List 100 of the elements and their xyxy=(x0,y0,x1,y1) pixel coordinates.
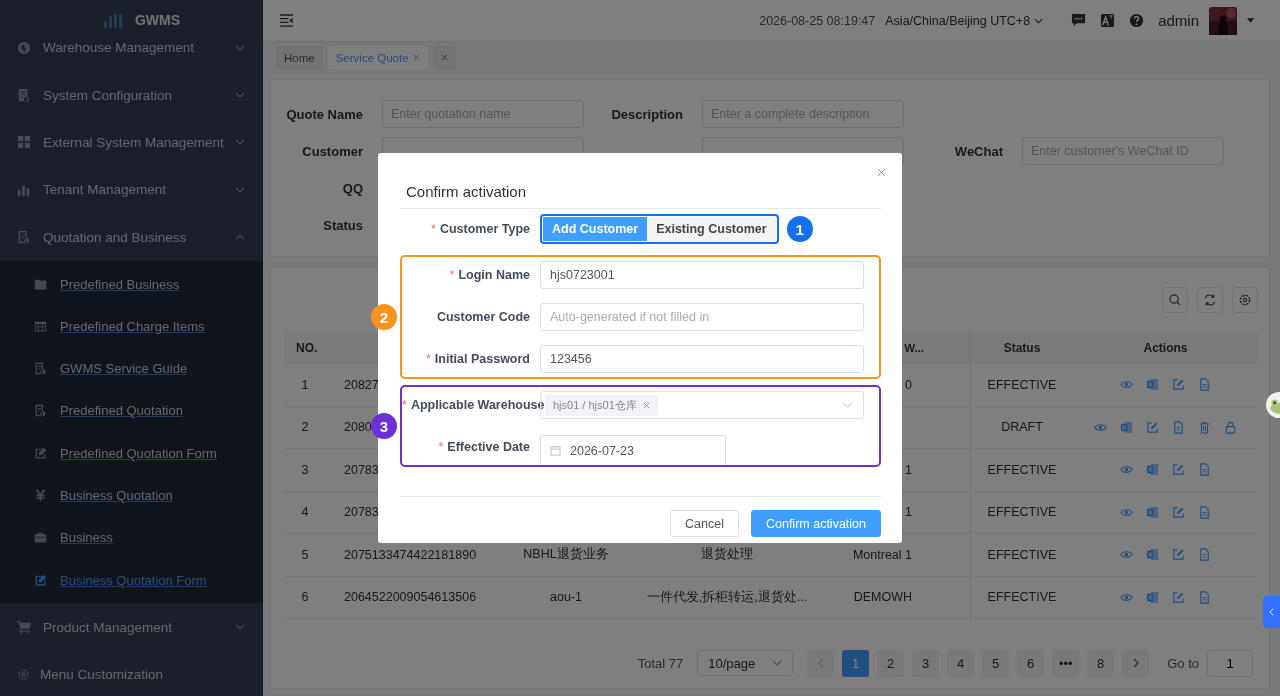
menu-item[interactable]: Quotation and Business xyxy=(0,213,263,261)
report-icon xyxy=(17,88,31,103)
menu-icon[interactable] xyxy=(279,14,294,27)
document-icon[interactable] xyxy=(1198,590,1211,604)
close-icon[interactable] xyxy=(642,401,650,409)
table-cell: 2080 xyxy=(344,420,372,435)
folder-icon xyxy=(34,277,47,291)
close-icon[interactable] xyxy=(412,54,420,61)
trash-icon[interactable] xyxy=(1198,420,1211,434)
text-field[interactable]: 123456 xyxy=(540,345,864,373)
form-label: * Customer Type xyxy=(430,222,531,236)
segment-option[interactable]: Add Customer xyxy=(543,217,648,241)
field-label: Description xyxy=(610,106,683,122)
page-button[interactable]: 2 xyxy=(877,649,905,677)
menu-customization-button[interactable]: Menu Customization xyxy=(0,652,263,696)
selected-tag[interactable]: hjs01 / hjs01仓库 xyxy=(545,394,658,416)
date-field[interactable]: 2026-07-23 xyxy=(540,435,726,465)
submenu-link[interactable]: Predefined Business xyxy=(60,276,180,292)
table-cell-text: 4 xyxy=(300,505,310,520)
user-name[interactable]: admin xyxy=(1158,12,1199,29)
step-number-badge: 1 xyxy=(786,216,813,242)
document-icon[interactable] xyxy=(1172,420,1185,434)
segment-option[interactable]: Existing Customer xyxy=(647,217,776,241)
cancel-button[interactable]: Cancel xyxy=(670,510,739,537)
page-button[interactable]: 5 xyxy=(982,649,1010,677)
total-count: Total 77 xyxy=(637,655,684,671)
chevron-right-icon xyxy=(1132,658,1139,668)
submenu-link[interactable]: Business Quotation Form xyxy=(60,572,207,588)
refresh-icon[interactable] xyxy=(1197,287,1223,313)
search-icon[interactable] xyxy=(1162,287,1188,313)
page-button[interactable]: 4 xyxy=(947,649,975,677)
field-label: Customer xyxy=(301,143,363,159)
document-icon[interactable] xyxy=(1198,548,1211,562)
field-label: WeChat xyxy=(953,143,1003,159)
table-cell-text: 一件代发,拆柜转运,退货处... xyxy=(645,588,809,606)
edit-icon[interactable] xyxy=(1172,505,1185,519)
edit-icon[interactable] xyxy=(1172,378,1185,392)
submenu-link[interactable]: Predefined Charge Items xyxy=(60,318,205,334)
doc-icon xyxy=(17,230,31,245)
previous-page-button[interactable] xyxy=(807,649,835,677)
timezone-dropdown[interactable]: Asia/China/Beijing UTC+8 xyxy=(885,13,1044,28)
edit-icon[interactable] xyxy=(1172,590,1185,604)
translate-icon[interactable] xyxy=(1100,13,1116,28)
menu-item[interactable]: Tenant Management xyxy=(0,166,263,214)
next-page-button[interactable] xyxy=(1122,649,1150,677)
edit-icon[interactable] xyxy=(1146,420,1159,434)
page-button[interactable]: 6 xyxy=(1017,649,1045,677)
table-cell: 2064522009054613506 xyxy=(344,590,477,605)
table-cell-text: 1 xyxy=(300,377,310,392)
settings-icon[interactable] xyxy=(1232,287,1258,313)
edit-icon xyxy=(34,446,47,460)
submenu-link[interactable]: Predefined Quotation xyxy=(60,403,183,419)
edit-icon[interactable] xyxy=(1172,463,1185,477)
table-cell-text: 6 xyxy=(300,590,310,605)
table-cell-text: 2 xyxy=(300,420,310,435)
form-label: Customer Code xyxy=(435,310,531,324)
submenu-link[interactable]: Business xyxy=(60,530,113,546)
chevron-down-icon xyxy=(1034,17,1044,24)
briefcase-icon xyxy=(34,531,47,545)
close-icon[interactable] xyxy=(440,54,448,61)
lock-icon[interactable] xyxy=(1224,420,1237,434)
text-field[interactable]: hjs0723001 xyxy=(540,261,864,289)
page-number-field[interactable]: 1 xyxy=(1207,649,1253,677)
table-cell-text: Montreal 1 xyxy=(851,547,913,562)
menu-item[interactable]: External System Management xyxy=(0,118,263,167)
side-panel-tab[interactable] xyxy=(1263,596,1280,628)
doc-icon xyxy=(34,404,47,418)
table-cell-text: 3 xyxy=(300,462,310,477)
page-button[interactable]: 8 xyxy=(1087,649,1115,677)
close-icon[interactable] xyxy=(877,168,886,177)
page-size-select[interactable]: 10/page xyxy=(697,650,794,676)
form-label: * Effective Date xyxy=(437,440,531,454)
document-icon[interactable] xyxy=(1198,463,1211,477)
submenu-link[interactable]: Predefined Quotation Form xyxy=(60,445,217,461)
menu-item[interactable]: Product Management xyxy=(0,603,263,651)
date-time: 2026-08-25 08:19:47 xyxy=(759,13,876,28)
menu-item[interactable]: System Configuration xyxy=(0,71,263,119)
close-all-tab[interactable] xyxy=(432,46,456,69)
chat-icon[interactable] xyxy=(1071,13,1087,28)
table-cell: EFFECTIVE xyxy=(970,576,1073,618)
document-icon[interactable] xyxy=(1198,378,1211,392)
help-icon[interactable] xyxy=(1129,13,1145,28)
page-button[interactable]: 1 xyxy=(842,649,870,677)
table-cell: 20783 xyxy=(344,462,379,477)
page-tab[interactable]: Service Quote xyxy=(327,46,428,69)
table-cell: EFFECTIVE xyxy=(970,491,1073,533)
document-icon[interactable] xyxy=(1198,505,1211,519)
page-button[interactable]: 3 xyxy=(912,649,940,677)
text-field[interactable]: Auto-generated if not filled in xyxy=(540,303,864,331)
caret-down-icon[interactable] xyxy=(1247,18,1254,23)
table-cell: 20783 xyxy=(344,505,379,520)
table-cell-text: 退货处理 xyxy=(700,546,754,564)
page-tab[interactable]: Home xyxy=(276,46,323,69)
table-cell: DRAFT xyxy=(970,406,1073,448)
page-button[interactable]: ••• xyxy=(1052,649,1080,677)
submenu-link[interactable]: Business Quotation xyxy=(60,488,173,504)
column-header: W... xyxy=(903,341,925,354)
confirm-button[interactable]: Confirm activation xyxy=(750,510,881,537)
edit-icon[interactable] xyxy=(1172,548,1185,562)
submenu-link[interactable]: GWMS Service Guide xyxy=(60,361,188,377)
